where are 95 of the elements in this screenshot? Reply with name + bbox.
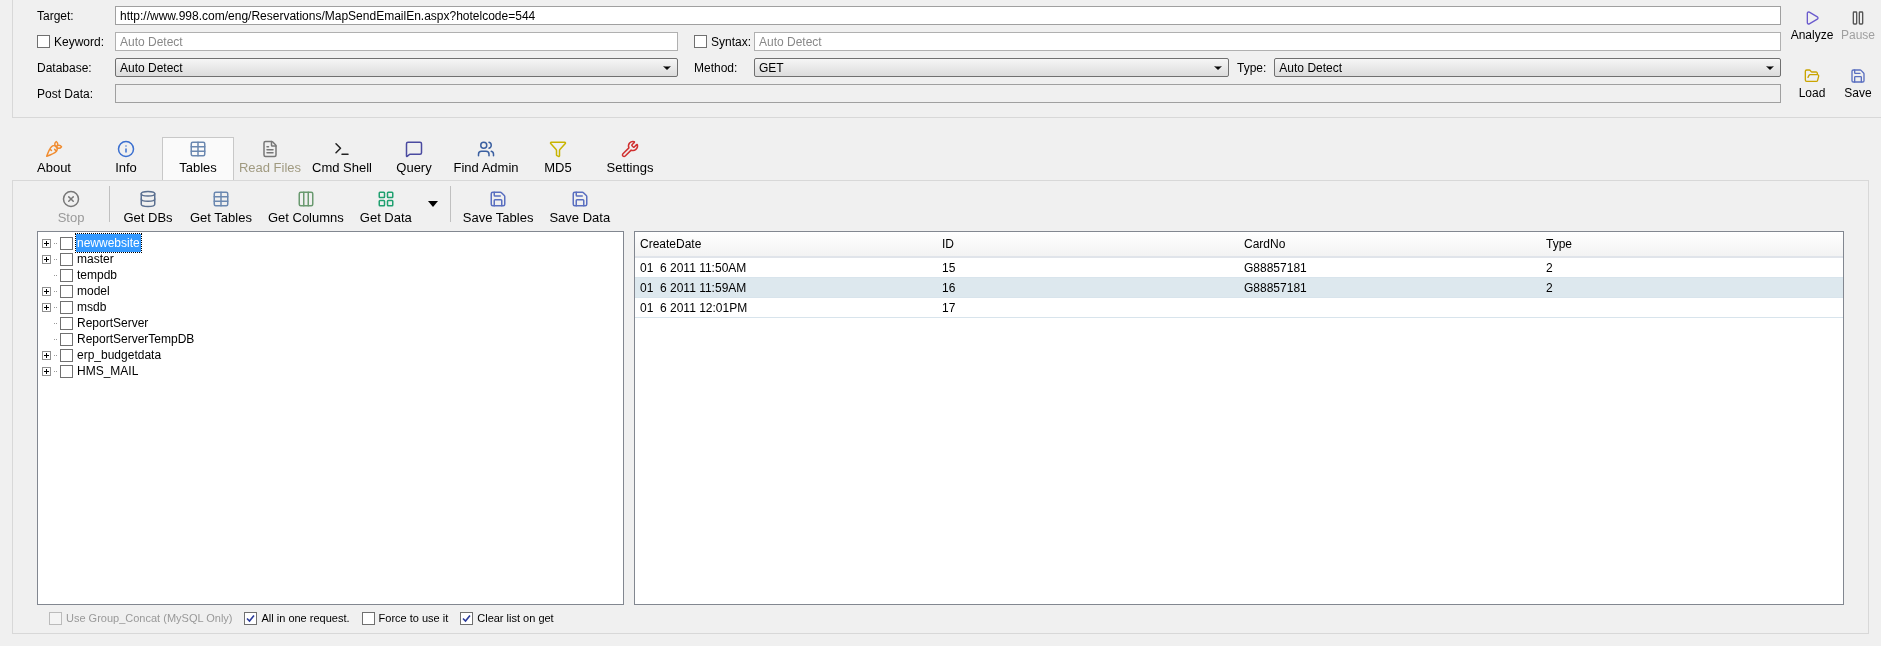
stop-icon xyxy=(62,189,80,208)
users-icon xyxy=(477,139,495,158)
option-label: Clear list on get xyxy=(477,610,554,626)
syntax-field[interactable]: Auto Detect xyxy=(754,32,1781,51)
toolbar-button[interactable]: Get Columns xyxy=(263,189,348,227)
tree-item[interactable]: model xyxy=(76,282,111,300)
dropdown[interactable]: GET xyxy=(754,58,1229,77)
checkbox[interactable] xyxy=(244,611,258,625)
tree-item[interactable]: ReportServer xyxy=(76,314,150,332)
folder-icon xyxy=(1804,67,1820,84)
checkbox[interactable] xyxy=(60,236,73,250)
field-label: Type: xyxy=(1237,59,1267,77)
tree-item[interactable]: HMS_MAIL xyxy=(76,362,140,380)
table-icon xyxy=(189,139,207,158)
checkbox[interactable] xyxy=(60,300,73,314)
toolbar-button[interactable]: Save Tables xyxy=(458,189,538,227)
expand-icon[interactable] xyxy=(42,286,51,296)
column-header[interactable]: CreateDate xyxy=(635,235,937,253)
expand-icon[interactable] xyxy=(42,238,51,248)
checkbox[interactable] xyxy=(60,268,73,282)
checkbox[interactable] xyxy=(361,611,375,625)
expand-icon[interactable] xyxy=(42,350,51,360)
grid-icon xyxy=(376,189,395,208)
field-label: Method: xyxy=(694,60,738,75)
toolbar-button[interactable]: Get Data xyxy=(355,189,416,227)
dropdown[interactable]: Auto Detect xyxy=(1274,58,1781,77)
target-field[interactable]: http://www.998.com/eng/Reservations/MapSendEmailEn.aspx?hotelcode=544 xyxy=(115,6,1781,25)
option-label: Force to use it xyxy=(378,610,449,626)
action-button[interactable]: Save xyxy=(1835,67,1881,117)
checkbox[interactable] xyxy=(60,364,73,378)
field-label: Keyword: xyxy=(54,33,105,51)
tab[interactable]: Find Admin xyxy=(450,138,522,180)
carrot-icon xyxy=(45,139,63,158)
action-button[interactable]: Load xyxy=(1789,67,1835,117)
speech-bubble-icon xyxy=(405,139,423,158)
tab[interactable]: Cmd Shell xyxy=(306,138,378,180)
column-header[interactable]: Type xyxy=(1541,235,1843,253)
table-cell-text: G88857181 xyxy=(1243,279,1308,297)
tree-item[interactable]: ReportServerTempDB xyxy=(76,330,196,348)
checkbox[interactable] xyxy=(37,35,50,48)
tab[interactable]: Tables xyxy=(162,137,234,180)
funnel-icon xyxy=(549,139,567,158)
columns-icon xyxy=(296,189,315,208)
table-row[interactable]: 01 6 2011 11:59AM 16 G88857181 2 xyxy=(635,278,1843,298)
column-header[interactable]: ID xyxy=(937,235,1239,253)
tree-item[interactable]: tempdb xyxy=(76,266,119,284)
option-label: Use Group_Concat (MySQL Only) xyxy=(66,610,233,626)
tree-item[interactable]: erp_budgetdata xyxy=(76,346,163,364)
table-cell-text: 2 xyxy=(1545,259,1554,277)
pause-icon xyxy=(1850,10,1866,26)
toolbar-button[interactable]: Get DBs xyxy=(118,189,178,227)
keyword-field[interactable]: Auto Detect xyxy=(115,32,678,51)
toolbar-button[interactable]: Get Tables xyxy=(186,189,256,227)
tab[interactable]: Info xyxy=(90,138,162,180)
field-label: Target: xyxy=(37,8,74,23)
expand-icon[interactable] xyxy=(42,366,51,376)
table-icon xyxy=(211,189,230,208)
tree-item[interactable]: msdb xyxy=(76,298,108,316)
tab[interactable]: Settings xyxy=(594,138,666,180)
action-button[interactable]: Analyze xyxy=(1789,10,1835,60)
tab[interactable]: Query xyxy=(378,138,450,180)
play-icon xyxy=(1804,10,1820,26)
wrench-icon xyxy=(621,139,639,158)
option-label: All in one request. xyxy=(261,610,350,626)
expand-icon[interactable] xyxy=(42,254,51,264)
table-cell-text: 15 xyxy=(941,259,957,277)
info-icon xyxy=(117,139,135,158)
table-cell-text: 01 6 2011 11:50AM xyxy=(639,259,748,277)
caret-icon xyxy=(427,201,438,207)
tree-item[interactable]: master xyxy=(76,250,115,268)
table-cell-text: 01 6 2011 11:59AM xyxy=(639,279,748,297)
expand-icon[interactable] xyxy=(42,302,51,312)
field-label: Database: xyxy=(37,60,92,75)
column-header[interactable]: CardNo xyxy=(1239,235,1541,253)
dropdown[interactable]: Auto Detect xyxy=(115,58,678,77)
post-data-field[interactable] xyxy=(115,84,1781,103)
field-label: Syntax: xyxy=(711,33,752,51)
table-cell-text: 01 6 2011 12:01PM xyxy=(639,299,749,317)
toolbar-button[interactable]: Save Data xyxy=(545,189,615,227)
table-cell-text: G88857181 xyxy=(1243,259,1308,277)
checkbox[interactable] xyxy=(60,348,73,362)
field-label: Post Data: xyxy=(37,86,94,101)
checkbox[interactable] xyxy=(60,284,73,298)
tab[interactable]: About xyxy=(18,138,90,180)
document-icon xyxy=(261,139,279,158)
tab[interactable]: MD5 xyxy=(522,138,594,180)
table-cell-text: 17 xyxy=(941,299,957,317)
checkbox[interactable] xyxy=(60,332,73,346)
checkbox[interactable] xyxy=(694,35,707,48)
table-cell-text: 2 xyxy=(1545,279,1554,297)
table-cell-text: 16 xyxy=(941,279,957,297)
checkbox[interactable] xyxy=(60,252,73,266)
database-icon xyxy=(139,189,157,208)
checkbox[interactable] xyxy=(60,316,73,330)
checkbox[interactable] xyxy=(460,611,474,625)
